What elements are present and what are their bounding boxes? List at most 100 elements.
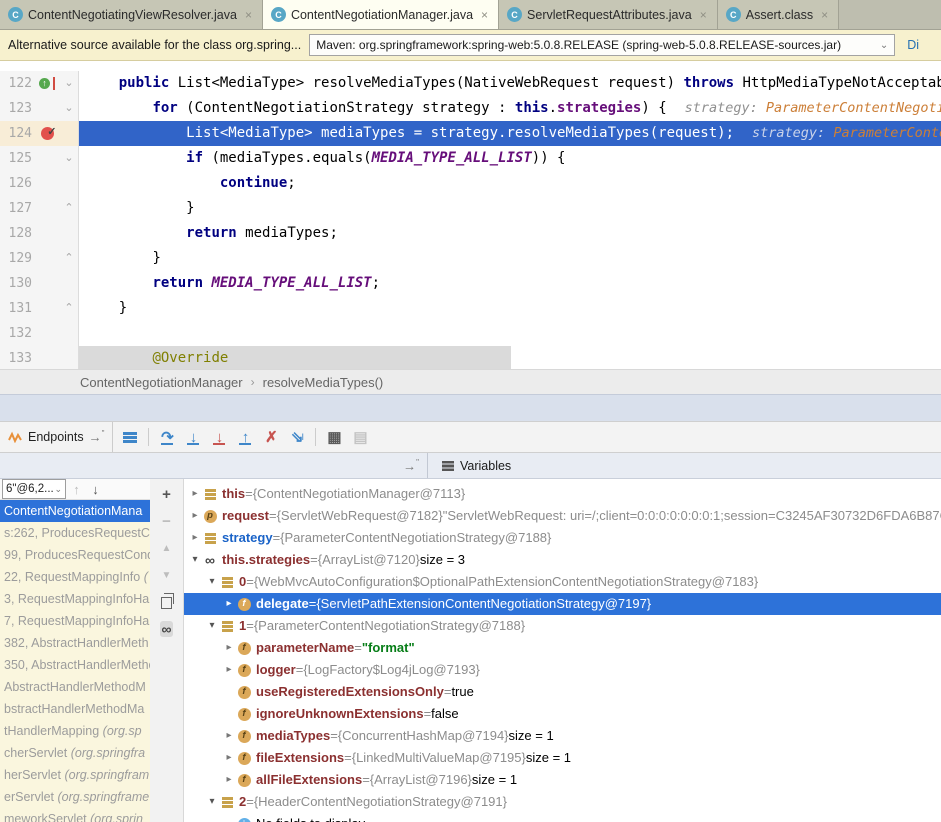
disable-link[interactable]: Di	[907, 38, 919, 52]
frame-up-icon[interactable]: ↑	[68, 482, 85, 497]
code-line[interactable]: 123⌄ for (ContentNegotiationStrategy str…	[0, 96, 941, 121]
editor-tab-active[interactable]: CContentNegotiationManager.java×	[263, 0, 499, 29]
variable-row[interactable]: ▾1 = {ParameterContentNegotiationStrateg…	[184, 615, 941, 637]
variable-row[interactable]: ▸fallFileExtensions = {ArrayList@7196} s…	[184, 769, 941, 791]
tree-chevron-icon[interactable]: ▸	[222, 659, 236, 681]
code-line[interactable]: 132	[0, 321, 941, 346]
fold-marker-icon[interactable]: ⌄	[62, 96, 76, 121]
breadcrumb-item[interactable]: ContentNegotiationManager	[80, 375, 243, 390]
thread-dropdown[interactable]: 6"@6,2... ⌄	[2, 479, 66, 499]
close-tab-icon[interactable]: ×	[481, 8, 488, 22]
stack-frame-row[interactable]: meworkServlet (org.sprin	[0, 808, 150, 822]
tree-chevron-icon[interactable]: ▸	[222, 769, 236, 791]
tree-chevron-icon[interactable]: ▸	[222, 725, 236, 747]
variable-row[interactable]: ▸flogger = {LogFactory$Log4jLog@7193}	[184, 659, 941, 681]
stack-frame-row[interactable]: 22, RequestMappingInfo (	[0, 566, 150, 588]
stack-frame-row[interactable]: herServlet (org.springfram	[0, 764, 150, 786]
show-execution-point-icon[interactable]	[119, 426, 141, 448]
endpoints-tab[interactable]: Endpoints →	[0, 422, 113, 452]
variable-row[interactable]: ▸strategy = {ParameterContentNegotiation…	[184, 527, 941, 549]
stack-frame-row[interactable]: erServlet (org.springframe	[0, 786, 150, 808]
fold-marker-icon[interactable]: ⌄	[62, 71, 76, 96]
pin-arrow-icon[interactable]: →	[89, 429, 105, 444]
pin-arrow-icon[interactable]: →	[403, 458, 419, 473]
gutter-icon-slot[interactable]: ↑	[32, 77, 62, 90]
variable-row[interactable]: ▸fdelegate = {ServletPathExtensionConten…	[184, 593, 941, 615]
stack-frame-row[interactable]: 7, RequestMappingInfoHa	[0, 610, 150, 632]
tree-chevron-icon[interactable]: ▾	[205, 791, 219, 813]
variable-row[interactable]: fuseRegisteredExtensionsOnly = true	[184, 681, 941, 703]
breakpoint-icon[interactable]	[41, 127, 54, 140]
drop-frame-icon[interactable]: ✗	[260, 426, 282, 448]
tree-chevron-icon[interactable]: ▾	[205, 571, 219, 593]
evaluate-expression-icon[interactable]: ▦	[323, 426, 345, 448]
step-into-icon[interactable]: ↓	[182, 426, 204, 448]
tree-chevron-icon[interactable]: ▾	[205, 615, 219, 637]
stack-frame-row[interactable]: 382, AbstractHandlerMeth	[0, 632, 150, 654]
fold-marker-icon[interactable]: ⌃	[62, 246, 76, 271]
run-to-cursor-icon[interactable]: ⇘I	[286, 426, 308, 448]
code-line[interactable]: 127⌃ }	[0, 196, 941, 221]
variable-row[interactable]: ▸fparameterName = "format"	[184, 637, 941, 659]
fold-marker-icon[interactable]: ⌃	[62, 296, 76, 321]
tree-chevron-icon[interactable]: ▸	[222, 747, 236, 769]
code-line[interactable]: 128 return mediaTypes;	[0, 221, 941, 246]
variable-row[interactable]: fignoreUnknownExtensions = false	[184, 703, 941, 725]
code-line[interactable]: 129⌃ }	[0, 246, 941, 271]
tab-variables[interactable]: Variables	[428, 459, 511, 473]
close-tab-icon[interactable]: ×	[245, 8, 252, 22]
implements-method-icon[interactable]: ↑	[39, 78, 50, 89]
variable-row[interactable]: ▾0 = {WebMvcAutoConfiguration$OptionalPa…	[184, 571, 941, 593]
show-watches-icon[interactable]: ∞	[157, 620, 177, 638]
fold-marker-icon[interactable]: ⌄	[62, 146, 76, 171]
code-editor[interactable]: 122↑⌄ public List<MediaType> resolveMedi…	[0, 61, 941, 369]
code-line[interactable]: 125⌄ if (mediaTypes.equals(MEDIA_TYPE_AL…	[0, 146, 941, 171]
stack-frame-row[interactable]: ContentNegotiationMana	[0, 500, 150, 522]
code-line[interactable]: 126 continue;	[0, 171, 941, 196]
stack-frame-row[interactable]: 3, RequestMappingInfoHa	[0, 588, 150, 610]
step-out-icon[interactable]: ↑	[234, 426, 256, 448]
editor-tab-inactive[interactable]: CContentNegotiatingViewResolver.java×	[0, 0, 263, 29]
stack-frame-row[interactable]: 99, ProducesRequestCond	[0, 544, 150, 566]
source-jar-dropdown[interactable]: Maven: org.springframework:spring-web:5.…	[309, 34, 895, 56]
code-line[interactable]: 130 return MEDIA_TYPE_ALL_LIST;	[0, 271, 941, 296]
layout-settings-icon[interactable]: ▤	[349, 426, 371, 448]
variable-row[interactable]: iNo fields to display	[184, 813, 941, 822]
code-line[interactable]: 124 List<MediaType> mediaTypes = strateg…	[0, 121, 941, 146]
duplicate-watch-icon[interactable]	[157, 593, 177, 611]
move-watch-up-icon[interactable]: ▲	[157, 539, 177, 557]
step-over-icon[interactable]: ↷	[156, 426, 178, 448]
variable-row[interactable]: ▸fmediaTypes = {ConcurrentHashMap@7194} …	[184, 725, 941, 747]
gutter-icon-slot[interactable]	[32, 127, 62, 140]
frame-down-icon[interactable]: ↓	[87, 482, 104, 497]
tree-chevron-icon[interactable]: ▾	[188, 549, 202, 571]
close-tab-icon[interactable]: ×	[700, 8, 707, 22]
variable-row[interactable]: ▸this = {ContentNegotiationManager@7113}	[184, 483, 941, 505]
editor-tab-inactive[interactable]: CServletRequestAttributes.java×	[499, 0, 718, 29]
stack-frame-row[interactable]: bstractHandlerMethodMa	[0, 698, 150, 720]
stack-frame-row[interactable]: AbstractHandlerMethodM	[0, 676, 150, 698]
breadcrumb-item[interactable]: resolveMediaTypes()	[263, 375, 384, 390]
tree-chevron-icon[interactable]: ▸	[222, 593, 236, 615]
variable-row[interactable]: ▾∞this.strategies = {ArrayList@7120} siz…	[184, 549, 941, 571]
fold-marker-icon[interactable]: ⌃	[62, 196, 76, 221]
tree-chevron-icon[interactable]: ▸	[188, 505, 202, 527]
variable-row[interactable]: ▾2 = {HeaderContentNegotiationStrategy@7…	[184, 791, 941, 813]
force-step-into-icon[interactable]: ↓	[208, 426, 230, 448]
tree-chevron-icon[interactable]: ▸	[188, 483, 202, 505]
stack-frame-row[interactable]: s:262, ProducesRequestCo	[0, 522, 150, 544]
code-line[interactable]: 133 @Override	[0, 346, 941, 369]
code-line[interactable]: 131⌃ }	[0, 296, 941, 321]
close-tab-icon[interactable]: ×	[821, 8, 828, 22]
stack-frame-row[interactable]: tHandlerMapping (org.sp	[0, 720, 150, 742]
tree-chevron-icon[interactable]: ▸	[222, 637, 236, 659]
tree-chevron-icon[interactable]: ▸	[188, 527, 202, 549]
variable-row[interactable]: ▸prequest = {ServletWebRequest@7182} "Se…	[184, 505, 941, 527]
remove-watch-icon[interactable]: −	[157, 512, 177, 530]
stack-frame-row[interactable]: cherServlet (org.springfra	[0, 742, 150, 764]
move-watch-down-icon[interactable]: ▼	[157, 566, 177, 584]
stack-frame-row[interactable]: 350, AbstractHandlerMetho	[0, 654, 150, 676]
add-watch-icon[interactable]: +	[157, 485, 177, 503]
code-line[interactable]: 122↑⌄ public List<MediaType> resolveMedi…	[0, 71, 941, 96]
editor-tab-inactive[interactable]: CAssert.class×	[718, 0, 839, 29]
